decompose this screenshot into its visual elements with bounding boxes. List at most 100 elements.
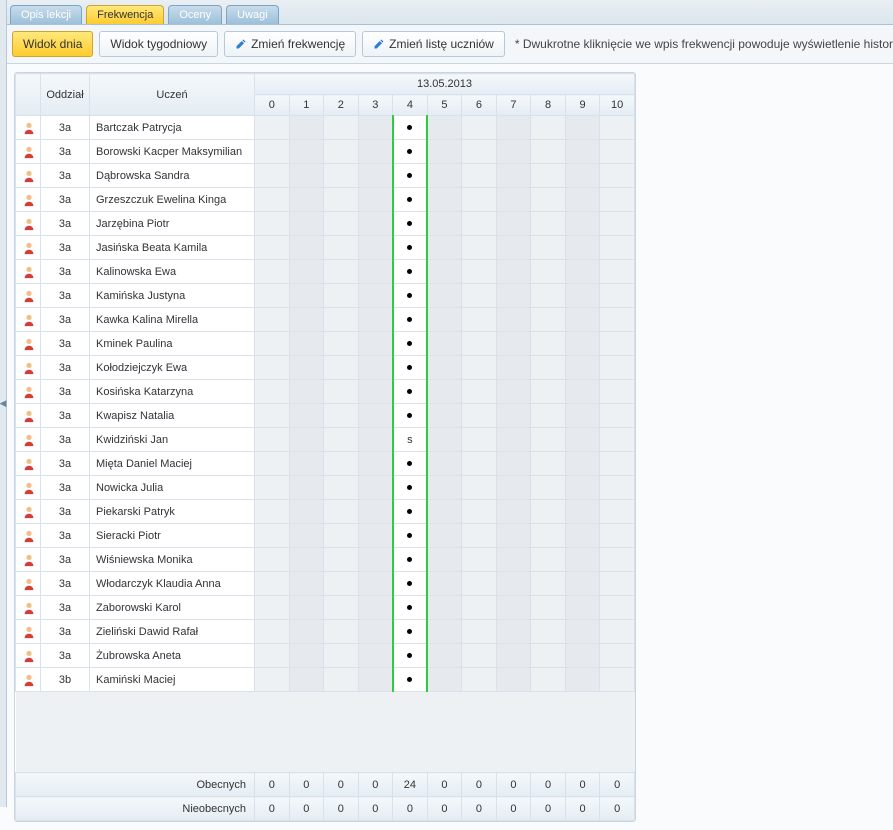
attendance-cell[interactable] <box>289 476 324 500</box>
attendance-cell[interactable] <box>358 356 393 380</box>
attendance-cell[interactable] <box>255 356 290 380</box>
attendance-cell[interactable] <box>289 284 324 308</box>
attendance-cell[interactable] <box>531 260 566 284</box>
attendance-cell[interactable] <box>324 428 359 452</box>
attendance-cell[interactable] <box>427 284 462 308</box>
attendance-cell[interactable] <box>531 236 566 260</box>
attendance-cell[interactable] <box>462 596 497 620</box>
attendance-cell[interactable] <box>393 380 428 404</box>
attendance-cell[interactable] <box>255 140 290 164</box>
attendance-cell[interactable] <box>324 236 359 260</box>
attendance-cell[interactable] <box>531 476 566 500</box>
attendance-cell[interactable] <box>565 596 600 620</box>
attendance-cell[interactable] <box>496 668 531 692</box>
attendance-cell[interactable] <box>393 572 428 596</box>
attendance-cell[interactable] <box>393 236 428 260</box>
attendance-cell[interactable] <box>255 572 290 596</box>
attendance-cell[interactable] <box>600 116 635 140</box>
attendance-cell[interactable] <box>358 164 393 188</box>
attendance-cell[interactable] <box>531 356 566 380</box>
attendance-cell[interactable] <box>324 212 359 236</box>
attendance-cell[interactable] <box>427 308 462 332</box>
attendance-cell[interactable] <box>565 644 600 668</box>
attendance-cell[interactable] <box>600 212 635 236</box>
attendance-cell[interactable] <box>289 116 324 140</box>
attendance-cell[interactable] <box>427 668 462 692</box>
attendance-cell[interactable] <box>531 572 566 596</box>
attendance-cell[interactable] <box>393 524 428 548</box>
attendance-cell[interactable] <box>600 380 635 404</box>
attendance-cell[interactable] <box>358 260 393 284</box>
attendance-cell[interactable] <box>565 452 600 476</box>
attendance-cell[interactable] <box>565 188 600 212</box>
attendance-cell[interactable] <box>496 332 531 356</box>
attendance-cell[interactable] <box>255 236 290 260</box>
attendance-cell[interactable] <box>600 668 635 692</box>
attendance-cell[interactable] <box>255 332 290 356</box>
attendance-cell[interactable] <box>393 308 428 332</box>
attendance-cell[interactable] <box>393 404 428 428</box>
attendance-cell[interactable] <box>289 524 324 548</box>
attendance-cell[interactable] <box>427 644 462 668</box>
attendance-cell[interactable] <box>496 620 531 644</box>
attendance-cell[interactable] <box>600 644 635 668</box>
attendance-cell[interactable] <box>393 500 428 524</box>
attendance-cell[interactable] <box>427 452 462 476</box>
attendance-cell[interactable] <box>393 476 428 500</box>
attendance-cell[interactable] <box>324 620 359 644</box>
attendance-cell[interactable] <box>496 500 531 524</box>
attendance-cell[interactable] <box>255 428 290 452</box>
attendance-cell[interactable] <box>565 164 600 188</box>
tab-opis[interactable]: Opis lekcji <box>10 5 82 24</box>
attendance-cell[interactable] <box>255 308 290 332</box>
attendance-cell[interactable] <box>600 188 635 212</box>
attendance-cell[interactable] <box>600 404 635 428</box>
attendance-cell[interactable] <box>289 596 324 620</box>
attendance-cell[interactable] <box>324 116 359 140</box>
attendance-cell[interactable] <box>565 524 600 548</box>
attendance-cell[interactable] <box>289 548 324 572</box>
attendance-cell[interactable] <box>289 572 324 596</box>
attendance-cell[interactable] <box>289 236 324 260</box>
attendance-cell[interactable] <box>462 452 497 476</box>
attendance-cell[interactable] <box>255 284 290 308</box>
attendance-cell[interactable] <box>324 284 359 308</box>
attendance-cell[interactable] <box>324 476 359 500</box>
attendance-cell[interactable] <box>462 620 497 644</box>
attendance-cell[interactable] <box>462 404 497 428</box>
attendance-cell[interactable] <box>496 596 531 620</box>
attendance-cell[interactable] <box>393 356 428 380</box>
attendance-cell[interactable] <box>427 428 462 452</box>
attendance-cell[interactable] <box>255 404 290 428</box>
attendance-cell[interactable] <box>289 260 324 284</box>
attendance-cell[interactable] <box>462 428 497 452</box>
attendance-cell[interactable] <box>255 188 290 212</box>
attendance-cell[interactable] <box>565 140 600 164</box>
attendance-cell[interactable] <box>255 620 290 644</box>
attendance-cell[interactable] <box>324 380 359 404</box>
attendance-cell[interactable] <box>531 284 566 308</box>
attendance-cell[interactable] <box>600 308 635 332</box>
attendance-cell[interactable] <box>324 188 359 212</box>
attendance-cell[interactable] <box>324 452 359 476</box>
attendance-cell[interactable] <box>255 668 290 692</box>
attendance-cell[interactable] <box>427 116 462 140</box>
attendance-cell[interactable] <box>358 188 393 212</box>
attendance-cell[interactable] <box>496 404 531 428</box>
attendance-cell[interactable] <box>565 428 600 452</box>
attendance-cell[interactable] <box>393 212 428 236</box>
attendance-cell[interactable] <box>324 164 359 188</box>
attendance-cell[interactable] <box>358 116 393 140</box>
attendance-cell[interactable]: s <box>393 428 428 452</box>
attendance-cell[interactable] <box>324 356 359 380</box>
attendance-cell[interactable] <box>289 644 324 668</box>
edit-student-list-button[interactable]: Zmień listę uczniów <box>362 31 505 57</box>
attendance-cell[interactable] <box>393 452 428 476</box>
attendance-cell[interactable] <box>565 668 600 692</box>
attendance-cell[interactable] <box>427 332 462 356</box>
attendance-cell[interactable] <box>393 140 428 164</box>
attendance-cell[interactable] <box>531 380 566 404</box>
attendance-cell[interactable] <box>565 476 600 500</box>
attendance-cell[interactable] <box>255 524 290 548</box>
attendance-cell[interactable] <box>289 332 324 356</box>
